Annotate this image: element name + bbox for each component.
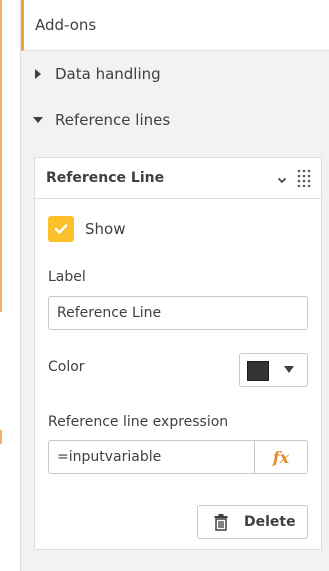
properties-panel: Add-ons Data handling Reference lines Re… [20,0,329,571]
drag-handle-icon[interactable] [297,169,311,188]
label-field-label: Label [48,269,86,285]
section-data-handling[interactable]: Data handling [21,51,329,97]
caret-down-icon [21,117,55,123]
expression-input[interactable]: =inputvariable fx [48,440,308,474]
show-label: Show [85,220,126,238]
show-checkbox[interactable] [48,216,74,242]
show-toggle-row[interactable]: Show [48,215,125,243]
edge-indicator [0,0,2,312]
caret-right-icon [21,69,55,79]
reference-line-title: Reference Line [46,170,165,186]
chevron-down-icon[interactable] [276,171,288,184]
label-input-value: Reference Line [57,305,162,321]
section-label: Reference lines [55,111,171,129]
caret-down-icon [284,366,294,373]
left-edge-strip [0,0,20,571]
section-label: Data handling [55,65,161,83]
reference-line-card: Reference Line Show Label Reference Line… [34,157,322,550]
color-field-label: Color [48,359,85,375]
check-icon [54,224,68,234]
label-input[interactable]: Reference Line [48,296,308,330]
addons-title: Add-ons [35,16,97,34]
addons-header[interactable]: Add-ons [21,0,329,51]
section-reference-lines[interactable]: Reference lines [21,97,329,143]
edge-indicator [0,430,2,444]
expression-input-value: =inputvariable [57,449,162,465]
delete-label: Delete [244,514,296,530]
trash-icon [214,513,228,531]
delete-button[interactable]: Delete [197,505,308,539]
reference-line-card-header[interactable]: Reference Line [35,158,321,199]
expression-field-label: Reference line expression [48,414,229,430]
color-swatch [247,361,269,381]
color-picker[interactable] [239,353,308,387]
fx-button[interactable]: fx [254,441,307,473]
